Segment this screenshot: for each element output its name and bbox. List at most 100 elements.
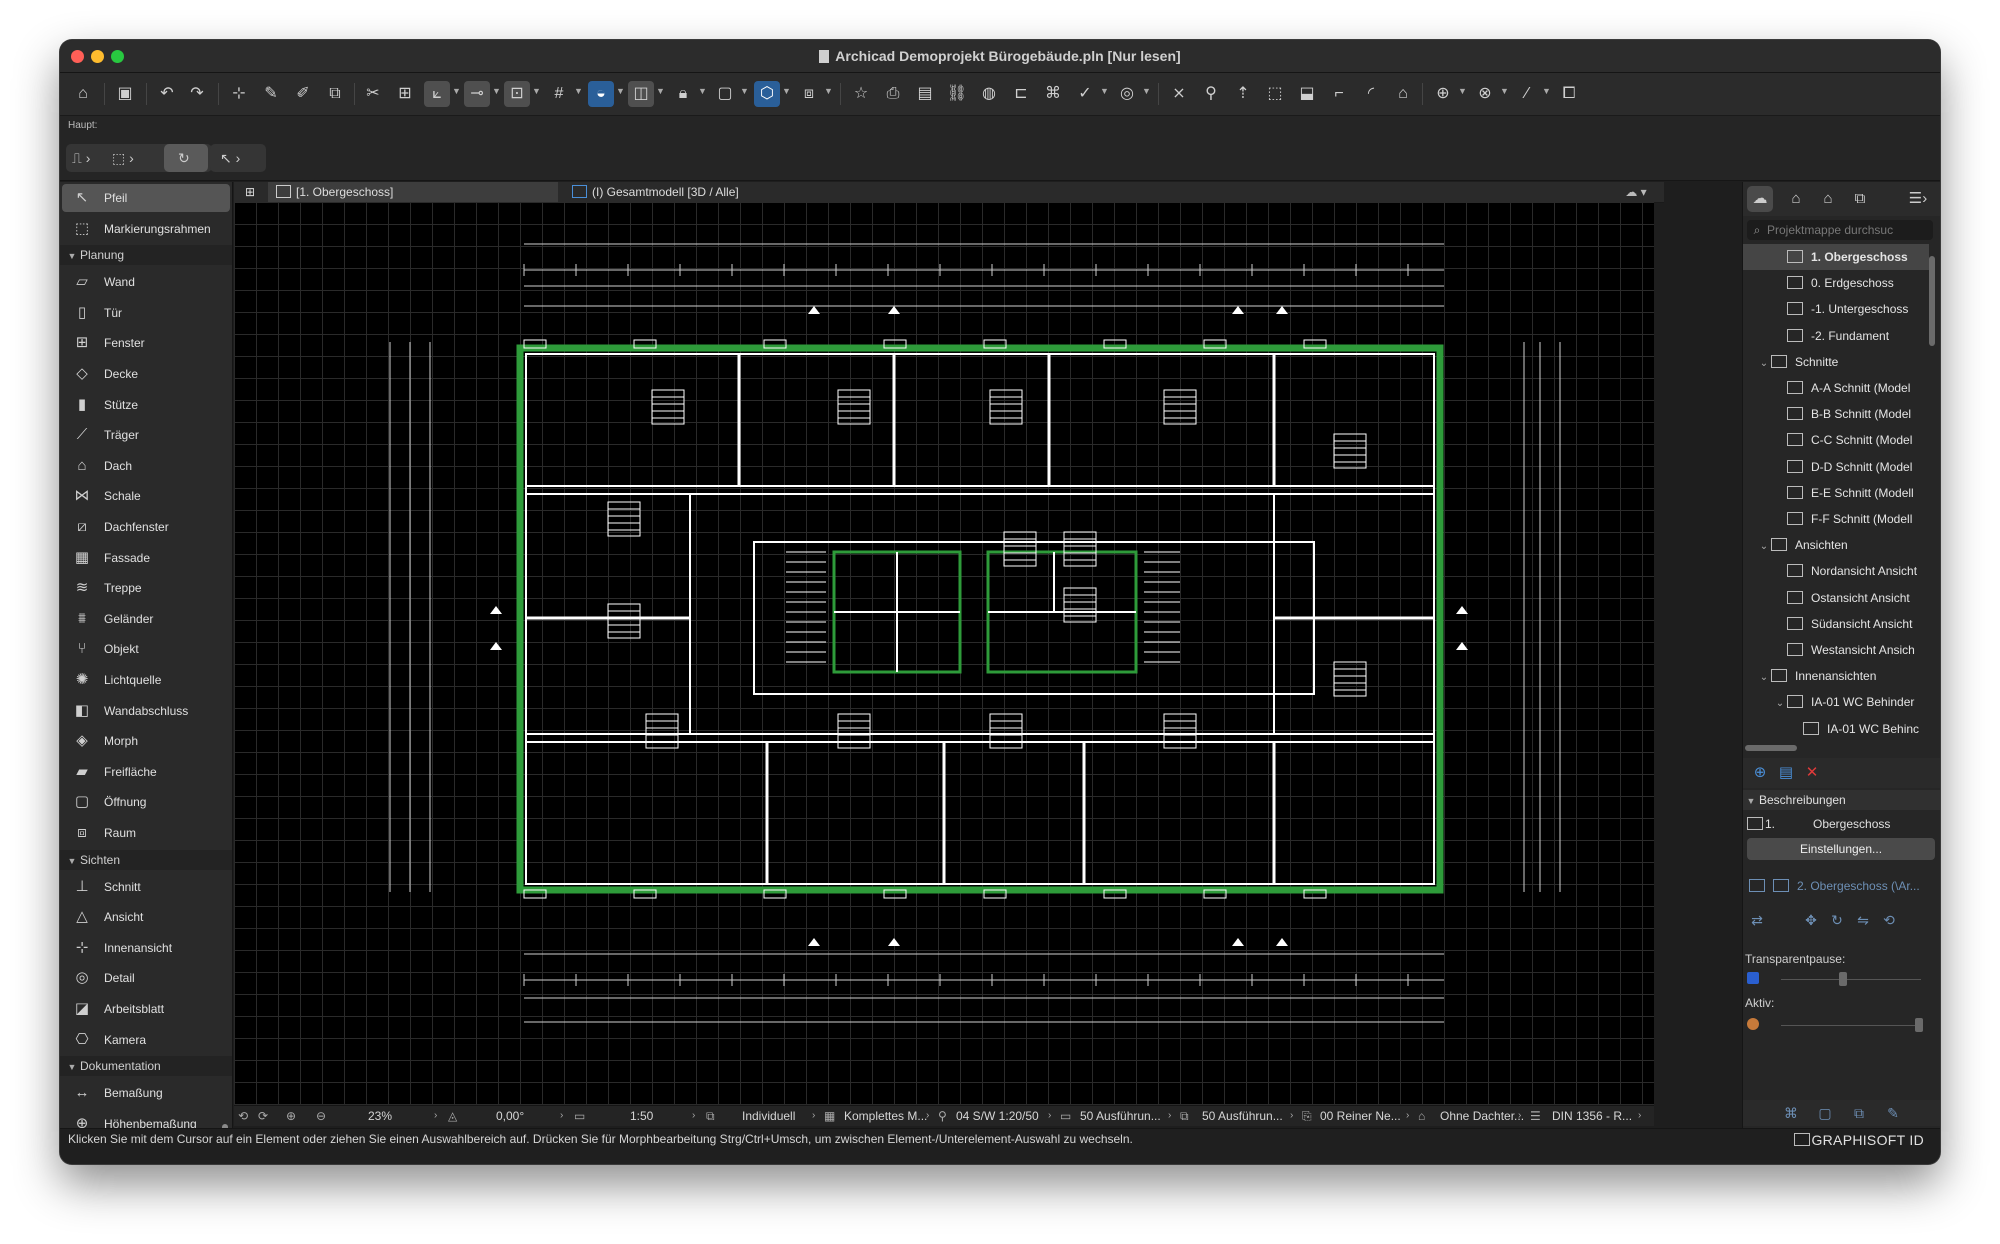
project-map-item[interactable]: IA-01 WC Behinc bbox=[1743, 716, 1929, 742]
cloud-menu-icon[interactable]: ☁ ▾ bbox=[1614, 182, 1658, 202]
trace-reference-row[interactable]: 2. Obergeschoss (\Ar... bbox=[1743, 872, 1940, 900]
tool-offnung[interactable]: ▢ Öffnung bbox=[62, 788, 230, 816]
publisher-sets-icon[interactable]: ⧉ bbox=[1847, 186, 1873, 212]
elevation-icon[interactable]: ◫ bbox=[628, 81, 654, 107]
tool-decke[interactable]: ◇ Decke bbox=[62, 360, 230, 388]
chevron-down-icon[interactable]: ⌄ bbox=[1773, 691, 1787, 715]
chevron-down-icon[interactable]: ▼ bbox=[782, 86, 791, 96]
chevron-down-icon[interactable]: ▼ bbox=[492, 86, 501, 96]
tool-innenansicht[interactable]: ⊹ Innenansicht bbox=[62, 934, 230, 962]
chevron-down-icon[interactable]: ▼ bbox=[740, 86, 749, 96]
project-map-search[interactable]: ⌕ Projektmappe durchsuc bbox=[1747, 220, 1933, 240]
transparency-slider[interactable] bbox=[1781, 979, 1921, 980]
move-reference-icon[interactable]: ✥ bbox=[1801, 910, 1821, 930]
project-map-item[interactable]: Nordansicht Ansicht bbox=[1743, 558, 1929, 584]
view-frame-icon[interactable]: ▢ bbox=[712, 81, 738, 107]
active-color-icon[interactable] bbox=[1747, 1018, 1759, 1030]
delete-icon[interactable]: ✕ bbox=[1801, 762, 1823, 784]
project-map-item[interactable]: ⌄ Innenansichten bbox=[1743, 663, 1929, 689]
layer-icon[interactable]: ⧈ bbox=[796, 81, 822, 107]
tool-objekt[interactable]: ⑂ Objekt bbox=[62, 635, 230, 663]
tool-schnitt[interactable]: ⊥ Schnitt bbox=[62, 873, 230, 901]
tool-wand[interactable]: ▱ Wand bbox=[62, 268, 230, 296]
tool-arbeitsblatt[interactable]: ◪ Arbeitsblatt bbox=[62, 995, 230, 1023]
chevron-right-icon[interactable]: › bbox=[812, 1106, 815, 1126]
corner-icon[interactable]: ⌐ bbox=[1326, 81, 1352, 107]
chevron-down-icon[interactable]: ▼ bbox=[1458, 86, 1467, 96]
document-icon[interactable]: ▤ bbox=[912, 81, 938, 107]
filter-icon[interactable]: ⬡ bbox=[754, 81, 780, 107]
renovation-value[interactable]: 00 Reiner Ne... bbox=[1320, 1106, 1401, 1126]
chevron-right-icon[interactable]: › bbox=[1168, 1106, 1171, 1126]
view-map-icon[interactable]: ⌂ bbox=[1783, 186, 1809, 212]
section-planung[interactable]: ▼ Planung bbox=[60, 245, 232, 266]
trace-on-icon[interactable]: ⌘ bbox=[1781, 1103, 1801, 1123]
project-map-item[interactable]: ⌄ Schnitte bbox=[1743, 349, 1929, 375]
navigator-scrollbar[interactable] bbox=[1929, 256, 1935, 346]
tool-kamera[interactable]: ⎔ Kamera bbox=[62, 1026, 230, 1054]
trim-icon[interactable]: ✂ bbox=[360, 81, 386, 107]
compare-icon[interactable]: ⧉ bbox=[1849, 1103, 1869, 1123]
chevron-down-icon[interactable]: ▼ bbox=[532, 86, 541, 96]
show-reference-icon[interactable]: ▢ bbox=[1815, 1103, 1835, 1123]
view-settings-icon[interactable]: ▤ bbox=[1775, 762, 1797, 784]
transparency-slider-knob[interactable] bbox=[1839, 972, 1847, 986]
tool-bema-ung[interactable]: ↔ Bemaßung bbox=[62, 1079, 230, 1107]
project-map-item[interactable]: -1. Untergeschoss bbox=[1743, 296, 1929, 322]
section-dokumentation[interactable]: ▼ Dokumentation bbox=[60, 1056, 232, 1077]
project-map-item[interactable]: E-E Schnitt (Modell bbox=[1743, 480, 1929, 506]
tool-detail[interactable]: ◎ Detail bbox=[62, 964, 230, 992]
tab-overview-icon[interactable]: ⊞ bbox=[238, 182, 262, 202]
tool-gelander[interactable]: ⩩ Geländer bbox=[62, 605, 230, 633]
project-map-item[interactable]: C-C Schnitt (Model bbox=[1743, 427, 1929, 453]
layer-combination-value[interactable]: Individuell bbox=[742, 1106, 795, 1126]
grid-icon[interactable]: # bbox=[546, 81, 572, 107]
chevron-down-icon[interactable]: ▼ bbox=[574, 86, 583, 96]
marquee-mode-icon[interactable]: ⬚ › bbox=[112, 146, 134, 170]
tool-morph[interactable]: ◈ Morph bbox=[62, 727, 230, 755]
project-map-item[interactable]: 0. Erdgeschoss bbox=[1743, 270, 1929, 296]
zoom-out-icon[interactable]: ⊖ bbox=[316, 1106, 326, 1126]
home-icon[interactable]: ⌂ bbox=[70, 81, 96, 107]
tab-3d-model[interactable]: (I) Gesamtmodell [3D / Alle] bbox=[564, 182, 854, 202]
window-icon[interactable] bbox=[1794, 1133, 1810, 1146]
measure-icon[interactable]: ⎍ › bbox=[72, 146, 90, 170]
angle-value[interactable]: 0,00° bbox=[496, 1106, 524, 1126]
tool-fenster[interactable]: ⊞ Fenster bbox=[62, 329, 230, 357]
check-icon[interactable]: ✓ bbox=[1072, 81, 1098, 107]
project-map-item[interactable]: Südansicht Ansicht bbox=[1743, 611, 1929, 637]
chevron-down-icon[interactable]: ▼ bbox=[1100, 86, 1109, 96]
chevron-right-icon[interactable]: › bbox=[560, 1106, 563, 1126]
offset-icon[interactable]: ⬓ bbox=[1294, 81, 1320, 107]
chevron-down-icon[interactable]: ▼ bbox=[1542, 86, 1551, 96]
project-map-item[interactable]: A-A Schnitt (Model bbox=[1743, 375, 1929, 401]
navigator-menu-icon[interactable]: ☰› bbox=[1903, 186, 1933, 212]
tool-trager[interactable]: ⟋ Träger bbox=[62, 421, 230, 449]
teamwork-icon[interactable]: ⧉ bbox=[322, 81, 348, 107]
star-icon[interactable]: ☆ bbox=[848, 81, 874, 107]
display-options-value[interactable]: 50 Ausführun... bbox=[1080, 1106, 1161, 1126]
inject-parameters-icon[interactable]: ✐ bbox=[290, 81, 316, 107]
chevron-right-icon[interactable]: › bbox=[434, 1106, 437, 1126]
tool-ansicht[interactable]: △ Ansicht bbox=[62, 903, 230, 931]
resize-icon[interactable]: ⬚ bbox=[1262, 81, 1288, 107]
zoom-in-icon[interactable]: ⊕ bbox=[286, 1106, 296, 1126]
snap-guide-icon[interactable]: ⟀ bbox=[424, 81, 450, 107]
layout-icon[interactable]: ⊞ bbox=[392, 81, 418, 107]
select-element-icon[interactable]: ⊹ bbox=[226, 81, 252, 107]
scale-value[interactable]: 1:50 bbox=[630, 1106, 653, 1126]
tool-wandabschluss[interactable]: ◧ Wandabschluss bbox=[62, 697, 230, 725]
group-icon[interactable]: ⊕ bbox=[1430, 81, 1456, 107]
project-map-item[interactable]: F-F Schnitt (Modell bbox=[1743, 506, 1929, 532]
mirror-reference-icon[interactable]: ⇋ bbox=[1853, 910, 1873, 930]
tool-markierungsrahmen[interactable]: ⬚ Markierungsrahmen bbox=[62, 215, 230, 243]
tool-dachfenster[interactable]: ⧄ Dachfenster bbox=[62, 513, 230, 541]
edit-reference-icon[interactable]: ✎ bbox=[1883, 1103, 1903, 1123]
magic-wand-icon[interactable]: ⚲ bbox=[1198, 81, 1224, 107]
arrange-icon[interactable]: ⊗ bbox=[1472, 81, 1498, 107]
tool-schale[interactable]: ⋈ Schale bbox=[62, 482, 230, 510]
project-map-item[interactable]: B-B Schnitt (Model bbox=[1743, 401, 1929, 427]
tool-raum[interactable]: ⧈ Raum bbox=[62, 819, 230, 847]
chevron-down-icon[interactable]: ▼ bbox=[824, 86, 833, 96]
save-icon[interactable]: ▣ bbox=[112, 81, 138, 107]
